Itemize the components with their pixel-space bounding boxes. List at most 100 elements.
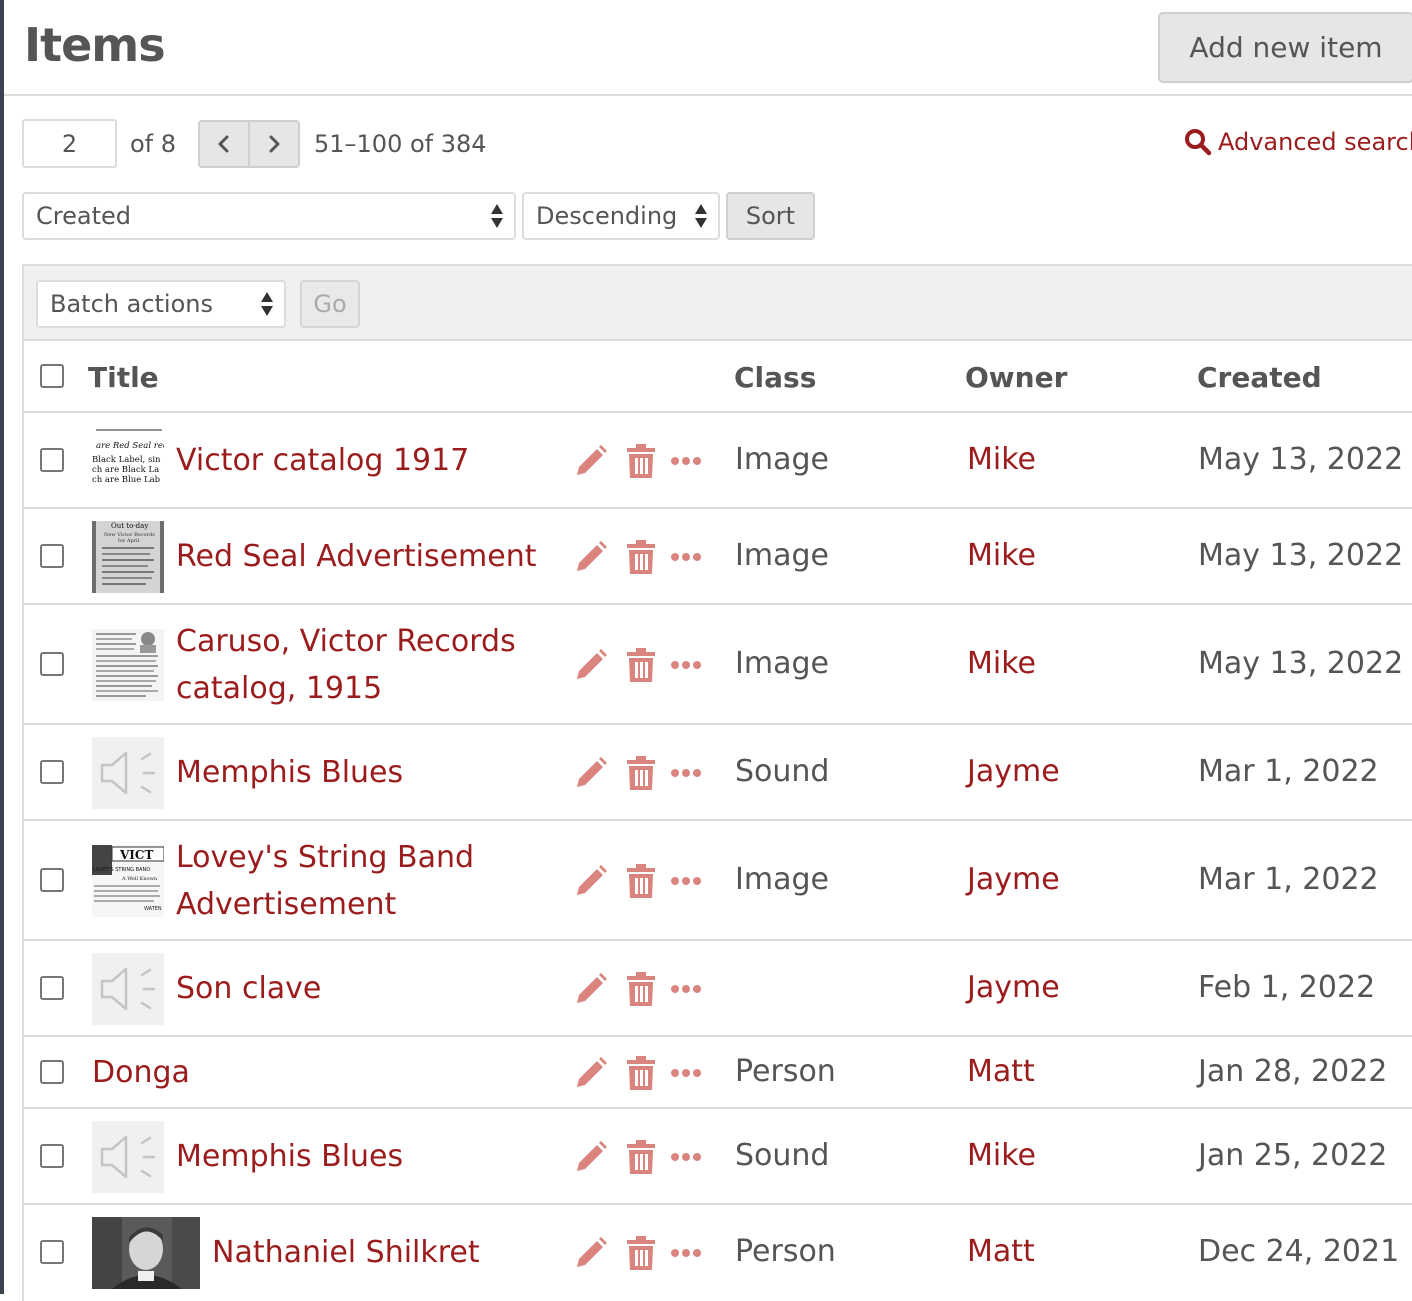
item-thumbnail[interactable] — [92, 953, 164, 1025]
ellipsis-icon[interactable] — [670, 1248, 702, 1258]
pencil-icon[interactable] — [574, 648, 608, 682]
item-thumbnail[interactable]: VICT LOVEY'S STRING BAND A Well Known WA… — [92, 845, 164, 917]
pencil-icon[interactable] — [574, 756, 608, 790]
add-new-item-button[interactable]: Add new item — [1158, 12, 1412, 83]
thumb-text: for April — [118, 538, 140, 544]
column-title[interactable]: Title — [88, 361, 159, 394]
pencil-icon[interactable] — [574, 972, 608, 1006]
ellipsis-icon[interactable] — [670, 456, 702, 466]
item-owner-link[interactable]: Mike — [967, 1138, 1036, 1173]
pencil-icon[interactable] — [574, 1056, 608, 1090]
trash-icon[interactable] — [627, 1140, 655, 1174]
item-thumbnail[interactable]: are Red Seal rec Black Label, sin ch are… — [92, 425, 164, 497]
item-title-link[interactable]: Red Seal Advertisement — [176, 533, 537, 580]
pencil-icon[interactable] — [574, 1140, 608, 1174]
row-checkbox[interactable] — [40, 976, 64, 1000]
item-owner-link[interactable]: Mike — [967, 646, 1036, 681]
table-row: Memphis Blues Sound Jayme Mar 1, 2022 — [22, 725, 1412, 821]
item-owner-link[interactable]: Jayme — [967, 862, 1060, 897]
row-checkbox[interactable] — [40, 544, 64, 568]
item-class: Image — [735, 442, 829, 477]
item-thumbnail[interactable] — [92, 737, 164, 809]
window-left-edge — [0, 0, 4, 1294]
item-owner-link[interactable]: Matt — [967, 1054, 1035, 1089]
item-title-link-line1[interactable]: Lovey's String Band — [176, 834, 474, 881]
go-button[interactable]: Go — [300, 280, 360, 328]
select-all-checkbox[interactable] — [40, 364, 64, 388]
speaker-icon — [92, 953, 164, 1025]
row-checkbox[interactable] — [40, 1240, 64, 1264]
advanced-search-label: Advanced search — [1218, 128, 1412, 156]
column-created[interactable]: Created — [1197, 361, 1322, 394]
sort-button[interactable]: Sort — [726, 192, 815, 240]
item-title-link[interactable]: Nathaniel Shilkret — [212, 1229, 480, 1276]
item-class: Person — [735, 1234, 836, 1269]
item-thumbnail[interactable] — [92, 629, 164, 701]
pencil-icon[interactable] — [574, 1236, 608, 1270]
pencil-icon[interactable] — [574, 540, 608, 574]
table-row: Donga Person Matt Jan 28, 2022 — [22, 1037, 1412, 1109]
trash-icon[interactable] — [627, 540, 655, 574]
column-owner[interactable]: Owner — [965, 361, 1067, 394]
sort-order-select[interactable]: Descending — [522, 192, 720, 240]
trash-icon[interactable] — [627, 756, 655, 790]
previous-page-button[interactable] — [200, 122, 248, 166]
item-title-link-line1[interactable]: Caruso, Victor Records — [176, 618, 516, 665]
trash-icon[interactable] — [627, 648, 655, 682]
ellipsis-icon[interactable] — [670, 660, 702, 670]
item-title-link[interactable]: Donga — [92, 1049, 190, 1096]
ellipsis-icon[interactable] — [670, 768, 702, 778]
item-owner-link[interactable]: Mike — [967, 442, 1036, 477]
item-title-link[interactable]: Memphis Blues — [176, 749, 403, 796]
thumb-text: A Well Known — [121, 876, 158, 882]
ellipsis-icon[interactable] — [670, 984, 702, 994]
item-title-link-line2[interactable]: Advertisement — [176, 881, 396, 928]
chevron-left-icon — [218, 135, 229, 153]
trash-icon[interactable] — [627, 1236, 655, 1270]
item-thumbnail[interactable] — [92, 1121, 164, 1193]
row-checkbox[interactable] — [40, 1144, 64, 1168]
item-owner-link[interactable]: Matt — [967, 1234, 1035, 1269]
page-number-input[interactable] — [22, 119, 117, 168]
item-thumbnail[interactable]: Out to-day New Victor Records for April — [92, 521, 164, 593]
advanced-search-link[interactable]: Advanced search — [1184, 128, 1412, 156]
row-checkbox[interactable] — [40, 448, 64, 472]
item-created: Dec 24, 2021 — [1198, 1234, 1400, 1269]
sort-by-select[interactable]: Created — [22, 192, 516, 240]
item-class: Image — [735, 862, 829, 897]
item-title-link[interactable]: Victor catalog 1917 — [176, 437, 469, 484]
column-class[interactable]: Class — [734, 361, 816, 394]
select-arrows-icon — [491, 204, 503, 228]
ellipsis-icon[interactable] — [670, 876, 702, 886]
item-owner-link[interactable]: Mike — [967, 538, 1036, 573]
pencil-icon[interactable] — [574, 864, 608, 898]
trash-icon[interactable] — [627, 1056, 655, 1090]
item-title-link[interactable]: Son clave — [176, 965, 321, 1012]
trash-icon[interactable] — [627, 972, 655, 1006]
item-created: May 13, 2022 — [1198, 538, 1404, 573]
item-thumbnail[interactable] — [92, 1217, 200, 1289]
trash-icon[interactable] — [627, 444, 655, 478]
ellipsis-icon[interactable] — [670, 1152, 702, 1162]
row-checkbox[interactable] — [40, 652, 64, 676]
item-owner-link[interactable]: Jayme — [967, 754, 1060, 789]
row-checkbox[interactable] — [40, 1060, 64, 1084]
ellipsis-icon[interactable] — [670, 552, 702, 562]
row-checkbox[interactable] — [40, 760, 64, 784]
batch-actions-select[interactable]: Batch actions — [36, 280, 286, 328]
item-class: Image — [735, 538, 829, 573]
item-owner-link[interactable]: Jayme — [967, 970, 1060, 1005]
item-created: May 13, 2022 — [1198, 646, 1404, 681]
pencil-icon[interactable] — [574, 444, 608, 478]
portrait-thumbnail-image — [92, 1217, 200, 1289]
document-thumbnail-image: are Red Seal rec Black Label, sin ch are… — [92, 425, 164, 497]
select-arrows-icon — [261, 292, 273, 316]
item-title-link-line2[interactable]: catalog, 1915 — [176, 665, 382, 712]
item-title-link[interactable]: Memphis Blues — [176, 1133, 403, 1180]
next-page-button[interactable] — [248, 122, 298, 166]
trash-icon[interactable] — [627, 864, 655, 898]
sort-by-value: Created — [36, 202, 131, 230]
ellipsis-icon[interactable] — [670, 1068, 702, 1078]
row-checkbox[interactable] — [40, 868, 64, 892]
thumb-text: LOVEY'S STRING BAND — [93, 867, 150, 873]
